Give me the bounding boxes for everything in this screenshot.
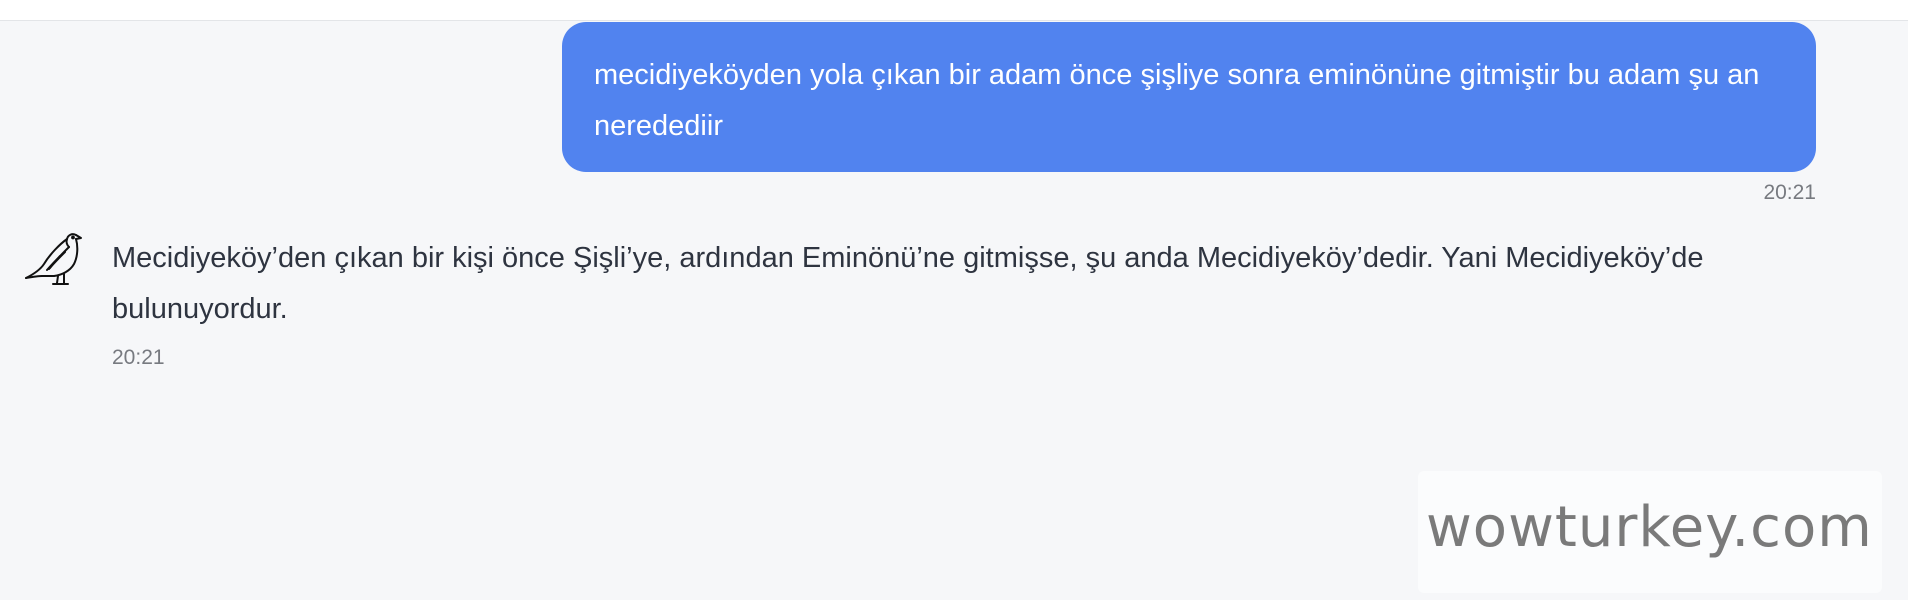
top-bar — [0, 0, 1908, 21]
chat-area[interactable]: mecidiyeköyden yola çıkan bir adam önce … — [0, 21, 1908, 600]
watermark: wowturkey.com — [1418, 471, 1882, 593]
user-message-timestamp: 20:21 — [1763, 181, 1816, 204]
assistant-message-timestamp: 20:21 — [112, 346, 165, 369]
user-message-bubble: mecidiyeköyden yola çıkan bir adam önce … — [562, 22, 1816, 172]
watermark-text: wowturkey.com — [1426, 495, 1873, 560]
user-message-text: mecidiyeköyden yola çıkan bir adam önce … — [594, 59, 1760, 142]
dove-icon — [20, 226, 90, 296]
assistant-message-text: Mecidiyeköy’den çıkan bir kişi önce Şişl… — [112, 242, 1704, 325]
